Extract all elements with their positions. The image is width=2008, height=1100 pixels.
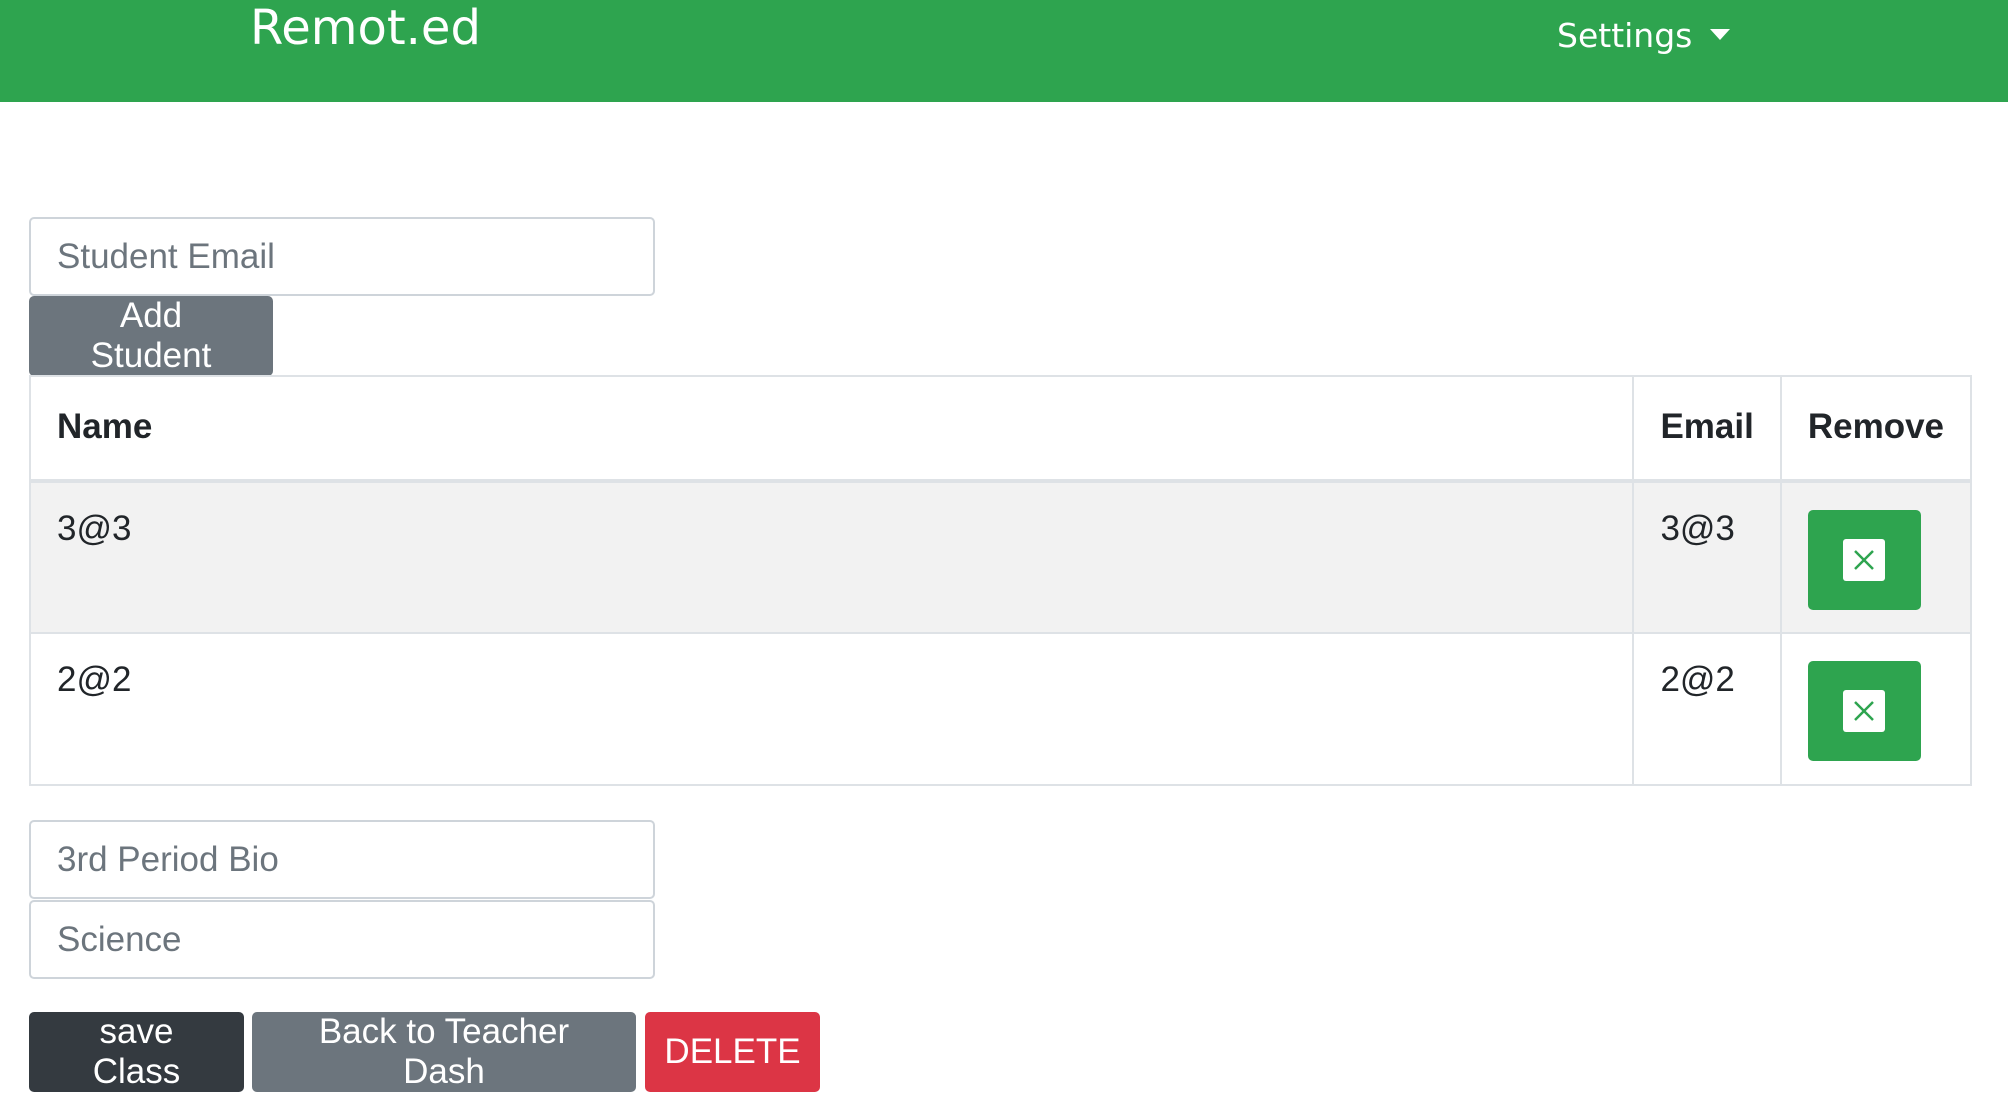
back-to-teacher-dash-button[interactable]: Back to Teacher Dash bbox=[252, 1012, 636, 1092]
student-name-cell: 2@2 bbox=[28, 632, 1635, 786]
remove-cell bbox=[1779, 632, 1973, 786]
settings-dropdown[interactable]: Settings bbox=[1557, 15, 1731, 57]
header-name: Name bbox=[28, 375, 1635, 483]
close-icon bbox=[1843, 690, 1886, 732]
student-email-cell: 2@2 bbox=[1632, 632, 1782, 786]
save-class-button[interactable]: save Class bbox=[29, 1012, 244, 1092]
add-student-button[interactable]: Add Student bbox=[29, 296, 273, 376]
subject-input[interactable] bbox=[29, 900, 655, 979]
class-name-input[interactable] bbox=[29, 820, 655, 899]
top-navbar: Remot.ed Settings bbox=[0, 0, 2008, 102]
brand-logo[interactable]: Remot.ed bbox=[250, 0, 481, 56]
close-icon bbox=[1843, 539, 1886, 581]
delete-class-button[interactable]: DELETE bbox=[645, 1012, 820, 1092]
remove-student-button[interactable] bbox=[1807, 510, 1921, 610]
student-email-input[interactable] bbox=[29, 217, 655, 296]
student-email-cell: 3@3 bbox=[1632, 480, 1782, 634]
settings-label: Settings bbox=[1557, 16, 1693, 55]
table-row: 3@3 3@3 bbox=[28, 480, 1973, 634]
header-remove: Remove bbox=[1779, 375, 1973, 483]
table-row: 2@2 2@2 bbox=[28, 632, 1973, 786]
caret-down-icon bbox=[1710, 28, 1731, 40]
header-email: Email bbox=[1632, 375, 1782, 483]
student-name-cell: 3@3 bbox=[28, 480, 1635, 634]
remove-cell bbox=[1779, 480, 1973, 634]
table-header-row: Name Email Remove bbox=[28, 375, 1973, 483]
students-table: Name Email Remove 3@3 3@3 2@2 2@2 bbox=[28, 375, 1973, 786]
remove-student-button[interactable] bbox=[1807, 661, 1921, 761]
